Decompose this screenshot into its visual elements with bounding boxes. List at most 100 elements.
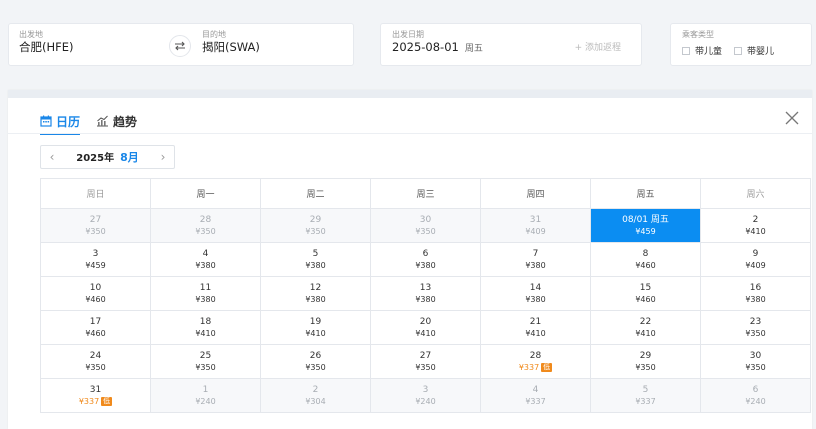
day-price: ¥350 xyxy=(415,363,436,372)
day-price: ¥410 xyxy=(305,329,326,338)
date-label: 出发日期 xyxy=(392,30,424,39)
calendar-day[interactable]: 3 ¥240 xyxy=(370,378,481,413)
calendar-day[interactable]: 19 ¥410 xyxy=(260,310,371,345)
prev-month-button[interactable]: ‹ xyxy=(41,150,63,164)
arrival-field[interactable]: 目的地 揭阳(SWA) xyxy=(202,30,260,54)
calendar-day[interactable]: 28 ¥350 xyxy=(150,208,261,243)
calendar-day[interactable]: 9 ¥409 xyxy=(700,242,811,277)
day-number: 11 xyxy=(199,283,212,293)
calendar-day[interactable]: 14 ¥380 xyxy=(480,276,591,311)
passenger-card: 乘客类型 带儿童 带婴儿 xyxy=(670,23,812,66)
calendar-day[interactable]: 5 ¥380 xyxy=(260,242,371,277)
calendar-day[interactable]: 10 ¥460 xyxy=(40,276,151,311)
day-price: ¥350 xyxy=(745,363,766,372)
arrival-value: 揭阳(SWA) xyxy=(202,40,260,54)
calendar-day[interactable]: 6 ¥380 xyxy=(370,242,481,277)
calendar-day[interactable]: 6 ¥240 xyxy=(700,378,811,413)
calendar-day[interactable]: 30 ¥350 xyxy=(370,208,481,243)
day-number: 2 xyxy=(312,385,319,395)
day-number: 26 xyxy=(309,351,322,361)
tab-calendar[interactable]: 日历 xyxy=(40,110,81,135)
day-number: 25 xyxy=(199,351,212,361)
calendar-day[interactable]: 2 ¥304 xyxy=(260,378,371,413)
calendar-day[interactable]: 31 ¥409 xyxy=(480,208,591,243)
calendar-day[interactable]: 15 ¥460 xyxy=(590,276,701,311)
day-price: ¥350 xyxy=(85,227,106,236)
calendar-day[interactable]: 23 ¥350 xyxy=(700,310,811,345)
calendar-day[interactable]: 18 ¥410 xyxy=(150,310,261,345)
departure-value: 合肥(HFE) xyxy=(19,40,74,54)
panel-top-bar xyxy=(8,90,812,98)
calendar-day[interactable]: 31 ¥337 低 xyxy=(40,378,151,413)
calendar-week-row: 27 ¥350 28 ¥350 29 ¥350 30 ¥350 31 ¥409 08/01 周五 ¥4… xyxy=(40,208,811,243)
calendar-day[interactable]: 29 ¥350 xyxy=(590,344,701,379)
with-child-checkbox[interactable] xyxy=(682,46,690,55)
day-number: 22 xyxy=(639,317,652,327)
swap-button[interactable] xyxy=(169,35,191,57)
day-number: 27 xyxy=(89,215,102,225)
with-child-label[interactable]: 带儿童 xyxy=(695,44,722,57)
day-price: ¥410 xyxy=(415,329,436,338)
calendar-day[interactable]: 13 ¥380 xyxy=(370,276,481,311)
departure-field[interactable]: 出发地 合肥(HFE) xyxy=(19,30,74,54)
next-month-button[interactable]: › xyxy=(152,150,174,164)
calendar-day[interactable]: 4 ¥337 xyxy=(480,378,591,413)
year-label: 2025年 xyxy=(76,153,115,164)
calendar-day[interactable]: 24 ¥350 xyxy=(40,344,151,379)
view-tabs: 日历 趋势 xyxy=(40,110,153,135)
calendar-day-selected[interactable]: 08/01 周五 ¥459 xyxy=(590,208,701,243)
calendar-day[interactable]: 28 ¥337 低 xyxy=(480,344,591,379)
day-number: 5 xyxy=(312,249,319,259)
departure-date-field[interactable]: 出发日期 2025-08-01 周五 xyxy=(392,30,483,56)
calendar-day[interactable]: 29 ¥350 xyxy=(260,208,371,243)
day-price: ¥410 xyxy=(635,329,656,338)
month-title: 2025年 8月 xyxy=(63,149,152,165)
calendar-day[interactable]: 11 ¥380 xyxy=(150,276,261,311)
day-price: ¥240 xyxy=(745,397,766,406)
close-button[interactable] xyxy=(784,110,800,126)
day-number: 31 xyxy=(89,385,102,395)
calendar-day[interactable]: 12 ¥380 xyxy=(260,276,371,311)
calendar-day[interactable]: 30 ¥350 xyxy=(700,344,811,379)
calendar-day[interactable]: 7 ¥380 xyxy=(480,242,591,277)
calendar-day[interactable]: 2 ¥410 xyxy=(700,208,811,243)
calendar-day[interactable]: 16 ¥380 xyxy=(700,276,811,311)
calendar-day[interactable]: 21 ¥410 xyxy=(480,310,591,345)
day-price: ¥350 xyxy=(305,227,326,236)
with-infant-label[interactable]: 带婴儿 xyxy=(747,44,774,57)
calendar-panel: 日历 趋势 ‹ 2025年 8月 › 周日 周一 周二 周三 周四 周五 周六 … xyxy=(8,90,812,429)
calendar-week-row: 10 ¥460 11 ¥380 12 ¥380 13 ¥380 14 ¥380 15 ¥460 16 ¥3… xyxy=(40,276,811,311)
day-number: 27 xyxy=(419,351,432,361)
day-price: ¥350 xyxy=(415,227,436,236)
day-price: ¥337 xyxy=(78,397,100,406)
calendar-day[interactable]: 4 ¥380 xyxy=(150,242,261,277)
day-number: 15 xyxy=(639,283,652,293)
day-price: ¥380 xyxy=(525,295,546,304)
month-label: 8月 xyxy=(120,151,139,164)
day-price: ¥380 xyxy=(415,261,436,270)
day-number: 19 xyxy=(309,317,322,327)
calendar-day[interactable]: 17 ¥460 xyxy=(40,310,151,345)
low-price-badge: 低 xyxy=(541,363,553,372)
calendar-week-row: 24 ¥350 25 ¥350 26 ¥350 27 ¥350 28 ¥337 低 29 ¥350 30 ¥… xyxy=(40,344,811,379)
day-price: ¥380 xyxy=(415,295,436,304)
calendar-day[interactable]: 20 ¥410 xyxy=(370,310,481,345)
add-return-link[interactable]: + 添加返程 xyxy=(575,40,621,53)
calendar-day[interactable]: 27 ¥350 xyxy=(370,344,481,379)
day-price: ¥337 xyxy=(518,363,540,372)
calendar-day[interactable]: 1 ¥240 xyxy=(150,378,261,413)
day-price: ¥304 xyxy=(305,397,326,406)
calendar-day[interactable]: 25 ¥350 xyxy=(150,344,261,379)
calendar-day[interactable]: 5 ¥337 xyxy=(590,378,701,413)
tab-trend[interactable]: 趋势 xyxy=(96,110,137,132)
calendar-day[interactable]: 3 ¥459 xyxy=(40,242,151,277)
calendar-day[interactable]: 26 ¥350 xyxy=(260,344,371,379)
day-price: ¥337 xyxy=(525,397,546,406)
day-number: 20 xyxy=(419,317,432,327)
weekday-header: 周三 xyxy=(370,178,481,209)
calendar-day[interactable]: 8 ¥460 xyxy=(590,242,701,277)
with-infant-checkbox[interactable] xyxy=(734,46,743,55)
day-price: ¥350 xyxy=(195,227,216,236)
calendar-day[interactable]: 22 ¥410 xyxy=(590,310,701,345)
calendar-day[interactable]: 27 ¥350 xyxy=(40,208,151,243)
